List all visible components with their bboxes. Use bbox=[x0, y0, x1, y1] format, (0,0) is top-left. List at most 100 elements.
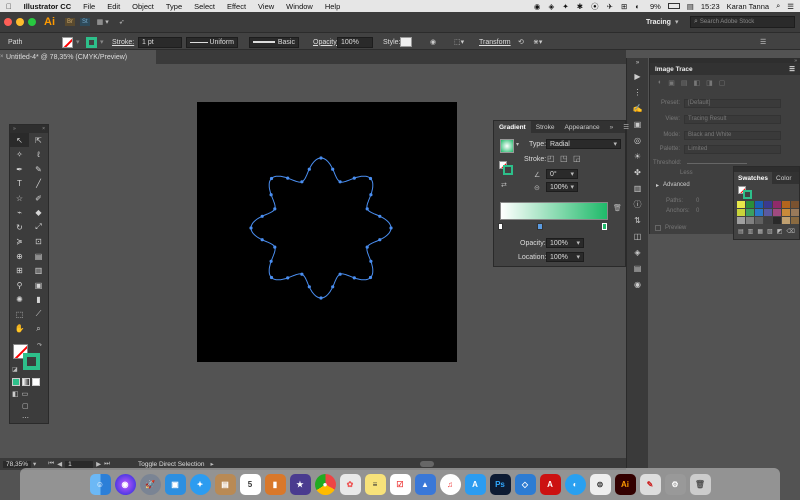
anchor-point[interactable] bbox=[249, 226, 253, 230]
layers-icon[interactable]: ◈ bbox=[627, 244, 648, 260]
imovie-icon[interactable]: ★ bbox=[289, 473, 311, 495]
anchor-point[interactable] bbox=[307, 285, 311, 289]
pencil-tool-icon[interactable]: ✎ bbox=[29, 162, 48, 176]
new-swatch-icon[interactable]: ◩ bbox=[777, 228, 783, 235]
gradient-preview-swatch[interactable] bbox=[500, 139, 514, 153]
palette-select[interactable]: Limited bbox=[684, 144, 781, 154]
status-text[interactable]: Toggle Direct Selection bbox=[138, 461, 204, 468]
illustrator-dock-icon[interactable]: Ai bbox=[614, 473, 636, 495]
shaper-tool-icon[interactable]: ⌁ bbox=[10, 206, 29, 220]
opacity-label[interactable]: Opacity: bbox=[313, 33, 339, 51]
document-tab[interactable]: Untitled-4* @ 78,35% (CMYK/Preview) bbox=[0, 50, 156, 64]
zoom-tool-icon[interactable]: ⌕ bbox=[29, 322, 48, 336]
swatch-options-icon[interactable]: ▦ bbox=[757, 228, 763, 235]
photos-icon[interactable]: ✿ bbox=[339, 473, 361, 495]
swatch[interactable] bbox=[737, 201, 745, 208]
anchor-point[interactable] bbox=[319, 156, 323, 160]
zoom-field[interactable]: 78,35% bbox=[3, 460, 31, 468]
transform-label[interactable]: Transform bbox=[479, 33, 511, 51]
siri-icon[interactable]: ◉ bbox=[114, 473, 136, 495]
star-tool-icon[interactable]: ☆ bbox=[10, 191, 29, 205]
lasso-tool-icon[interactable]: ℓ bbox=[29, 148, 48, 162]
stock-button[interactable]: St bbox=[80, 18, 90, 26]
magic-wand-tool-icon[interactable]: ✧ bbox=[10, 148, 29, 162]
gradient-stroke-box[interactable] bbox=[503, 165, 513, 175]
delete-swatch-icon[interactable]: ⌫ bbox=[786, 228, 794, 235]
anchor-point[interactable] bbox=[273, 207, 277, 211]
horizontal-scrollbar[interactable] bbox=[420, 461, 434, 467]
tab-color[interactable]: Color bbox=[772, 175, 796, 182]
appstore-icon[interactable]: A bbox=[464, 473, 486, 495]
anchor-point[interactable] bbox=[260, 238, 264, 242]
zoom-chevron-icon[interactable]: ▾ bbox=[33, 460, 36, 468]
gradient-tool-icon[interactable]: ▥ bbox=[29, 264, 48, 278]
transparency-icon[interactable]: ◎ bbox=[627, 132, 648, 148]
new-color-group-icon[interactable]: ▧ bbox=[767, 228, 773, 235]
view-select[interactable]: Tracing Result bbox=[684, 114, 781, 124]
user-name[interactable]: Karan Tanna bbox=[727, 2, 769, 11]
preset-select[interactable]: [Default] bbox=[684, 98, 781, 108]
auto-color-icon[interactable]: ◐ bbox=[658, 79, 662, 86]
align-to-selection-icon[interactable]: ⬚▾ bbox=[454, 33, 464, 51]
previous-artboard-icon[interactable]: ◀ bbox=[57, 460, 62, 468]
finder-icon[interactable]: ☺ bbox=[89, 473, 111, 495]
menu-view[interactable]: View bbox=[252, 2, 280, 11]
image-trace-menu-icon[interactable]: ☰ bbox=[789, 65, 795, 73]
swap-fill-stroke-icon[interactable]: ↷ bbox=[37, 342, 42, 349]
anchor-point[interactable] bbox=[300, 272, 304, 276]
document-tab-close-icon[interactable]: × bbox=[0, 54, 4, 60]
links-icon[interactable]: ⇅ bbox=[627, 212, 648, 228]
keynote-icon[interactable]: ▲ bbox=[414, 473, 436, 495]
libraries-icon[interactable]: ⋮ bbox=[627, 84, 648, 100]
artboard[interactable] bbox=[197, 102, 457, 362]
menu-type[interactable]: Type bbox=[160, 2, 188, 11]
artboards-icon[interactable]: ◫ bbox=[627, 228, 648, 244]
calendar-icon[interactable]: 5 bbox=[239, 473, 261, 495]
vscode-icon[interactable]: ◇ bbox=[514, 473, 536, 495]
anchor-point[interactable] bbox=[269, 259, 273, 263]
gradient-stop-start[interactable] bbox=[498, 223, 503, 230]
fill-stroke-widget[interactable]: ↷ ◪ bbox=[10, 342, 48, 376]
spotlight-icon[interactable]: ⌕ bbox=[776, 1, 780, 11]
tools-collapse-icon[interactable]: » bbox=[13, 126, 16, 132]
anchor-point[interactable] bbox=[307, 167, 311, 171]
brush-definition[interactable]: Basic bbox=[249, 33, 299, 51]
first-artboard-icon[interactable]: ⏮ bbox=[48, 460, 54, 468]
notification-center-icon[interactable]: ☰ bbox=[787, 2, 794, 11]
artboard-number-field[interactable]: 1 bbox=[65, 460, 94, 468]
image-trace-title-bar[interactable]: Image Trace ☰ bbox=[650, 63, 800, 75]
gradient-location-field[interactable]: 100% ▾ bbox=[546, 252, 584, 262]
variable-width-profile[interactable]: Uniform bbox=[186, 33, 238, 51]
graphic-style-swatch[interactable] bbox=[400, 33, 412, 51]
gradient-slider[interactable] bbox=[500, 202, 608, 220]
sourcetree-icon[interactable]: ⊜ bbox=[589, 473, 611, 495]
reminders-icon[interactable]: ☑ bbox=[389, 473, 411, 495]
free-transform-tool-icon[interactable]: ⊡ bbox=[29, 235, 48, 249]
menu-edit[interactable]: Edit bbox=[101, 2, 126, 11]
swatch[interactable] bbox=[764, 201, 772, 208]
itunes-icon[interactable]: ♫ bbox=[439, 473, 461, 495]
isolate-object-icon[interactable]: ⟲ bbox=[518, 33, 524, 51]
swatch[interactable] bbox=[791, 201, 799, 208]
battery-percent[interactable]: 9% bbox=[650, 2, 661, 11]
books-icon[interactable]: ▮ bbox=[264, 473, 286, 495]
anchor-point[interactable] bbox=[269, 176, 274, 181]
apple-menu-icon[interactable]:  bbox=[0, 2, 18, 11]
gradient-type-select[interactable]: Radial ▾ bbox=[546, 139, 621, 149]
swatch[interactable] bbox=[755, 209, 763, 216]
status-icons[interactable]: ◉ ◈ ✦ ✱ ⦿ ✈ ⊞ ◐ bbox=[534, 1, 643, 12]
anchor-point[interactable] bbox=[378, 238, 382, 242]
menu-effect[interactable]: Effect bbox=[221, 2, 252, 11]
line-tool-icon[interactable]: ╱ bbox=[29, 177, 48, 191]
gradient-aspect-field[interactable]: 100% ▾ bbox=[546, 182, 578, 192]
artboard-tool-icon[interactable]: ⬚ bbox=[10, 307, 29, 321]
swatch[interactable] bbox=[773, 209, 781, 216]
shape-builder-tool-icon[interactable]: ⊕ bbox=[10, 249, 29, 263]
anchor-point[interactable] bbox=[365, 207, 369, 211]
trash-icon[interactable]: 🗑 bbox=[689, 473, 711, 495]
gradient-opacity-field[interactable]: 100% ▾ bbox=[546, 238, 584, 248]
swatch[interactable] bbox=[764, 209, 772, 216]
high-color-icon[interactable]: ▣ bbox=[668, 79, 675, 87]
appearance-icon[interactable]: ◉ bbox=[627, 276, 648, 292]
stroke-label[interactable]: Stroke: bbox=[112, 33, 134, 51]
